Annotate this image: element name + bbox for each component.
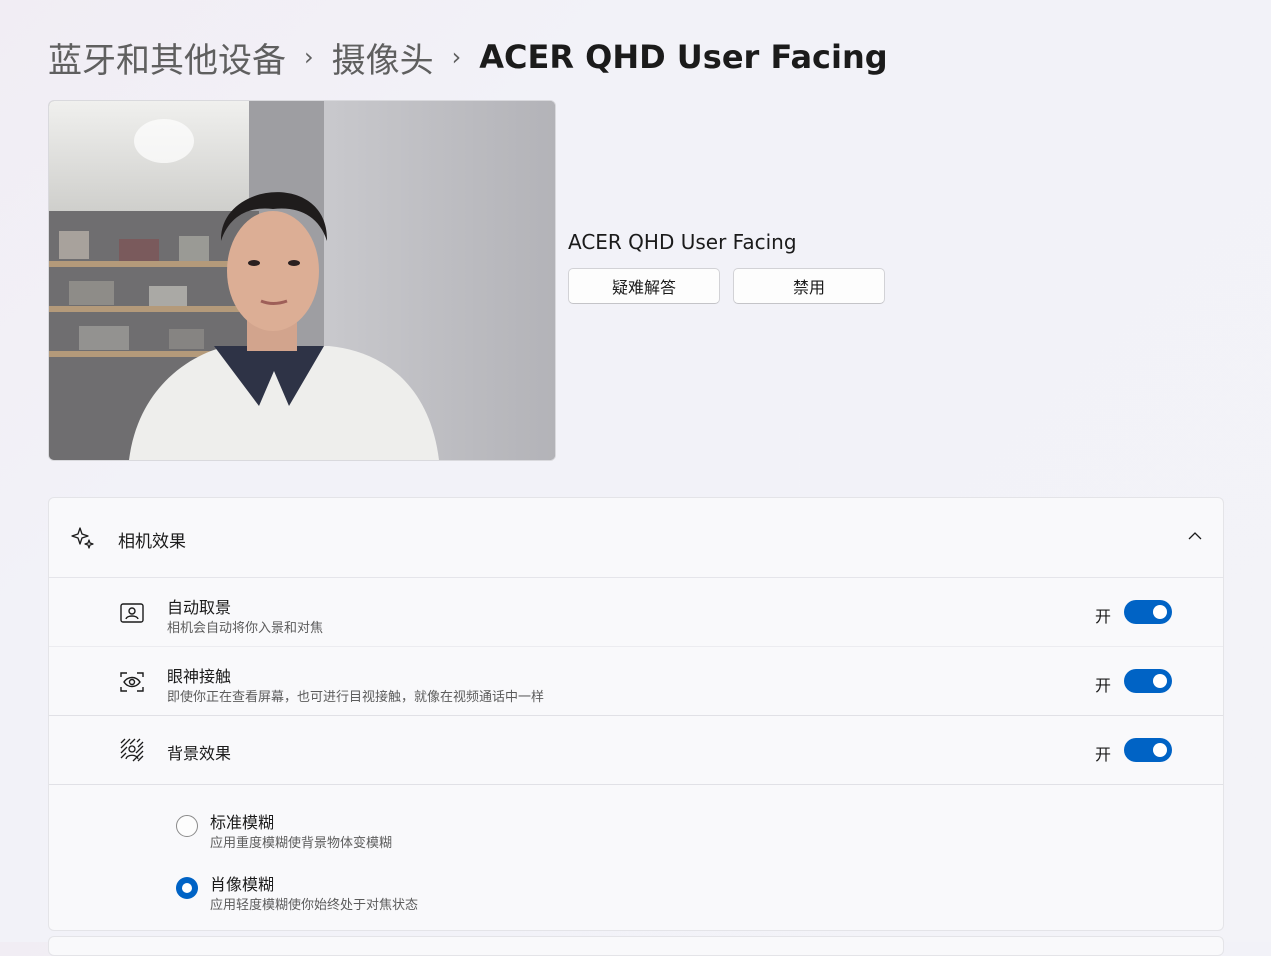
page-title: ACER QHD User Facing	[479, 38, 888, 76]
background-effects-state: 开	[1094, 745, 1111, 764]
chevron-up-icon[interactable]	[1187, 528, 1203, 544]
camera-effects-header[interactable]: 相机效果	[49, 498, 1223, 578]
sparkle-icon	[71, 527, 94, 549]
breadcrumb-cameras[interactable]: 摄像头	[332, 33, 434, 82]
background-effects-row: 背景效果 开	[49, 716, 1223, 785]
breadcrumb-chevron-icon: ›	[304, 43, 314, 71]
breadcrumb-chevron-icon: ›	[451, 43, 462, 71]
eye-contact-title: 眼神接触	[167, 667, 232, 686]
camera-effects-panel: 相机效果 自动取景 相机会自动将你入景和对焦 开 眼神接触 即使你正在查看屏幕，…	[48, 497, 1224, 931]
toggle-knob	[1153, 605, 1167, 619]
eye-contact-icon	[120, 672, 144, 692]
camera-preview-image	[49, 101, 555, 460]
background-effects-toggle[interactable]	[1124, 738, 1172, 762]
portrait-blur-title: 肖像模糊	[210, 875, 275, 894]
auto-framing-description: 相机会自动将你入景和对焦	[167, 621, 324, 636]
auto-framing-state: 开	[1094, 607, 1111, 626]
eye-contact-state: 开	[1094, 676, 1111, 695]
standard-blur-radio[interactable]	[176, 815, 198, 837]
eye-contact-toggle[interactable]	[1124, 669, 1172, 693]
camera-preview	[48, 100, 556, 461]
camera-effects-title: 相机效果	[118, 532, 186, 552]
auto-framing-icon	[120, 603, 144, 623]
eye-contact-description: 即使你正在查看屏幕，也可进行目视接触，就像在视频通话中一样	[167, 690, 545, 705]
eye-contact-row: 眼神接触 即使你正在查看屏幕，也可进行目视接触，就像在视频通话中一样 开	[49, 647, 1223, 716]
standard-blur-description: 应用重度模糊使背景物体变模糊	[210, 836, 393, 851]
portrait-blur-radio[interactable]	[176, 877, 198, 899]
auto-framing-row: 自动取景 相机会自动将你入景和对焦 开	[49, 578, 1223, 647]
standard-blur-title: 标准模糊	[210, 813, 275, 832]
toggle-knob	[1153, 674, 1167, 688]
auto-framing-title: 自动取景	[167, 598, 232, 617]
toggle-knob	[1153, 743, 1167, 757]
portrait-blur-description: 应用轻度模糊使你始终处于对焦状态	[210, 898, 419, 913]
camera-name: ACER QHD User Facing	[568, 230, 797, 254]
background-effects-icon	[120, 738, 144, 762]
auto-framing-toggle[interactable]	[1124, 600, 1172, 624]
troubleshoot-button[interactable]: 疑难解答	[568, 268, 720, 304]
breadcrumb-bluetooth-devices[interactable]: 蓝牙和其他设备	[48, 33, 286, 82]
disable-button[interactable]: 禁用	[733, 268, 885, 304]
background-effects-title: 背景效果	[167, 744, 232, 763]
next-settings-card	[48, 936, 1224, 956]
breadcrumb: 蓝牙和其他设备 › 摄像头 › ACER QHD User Facing	[48, 33, 888, 82]
